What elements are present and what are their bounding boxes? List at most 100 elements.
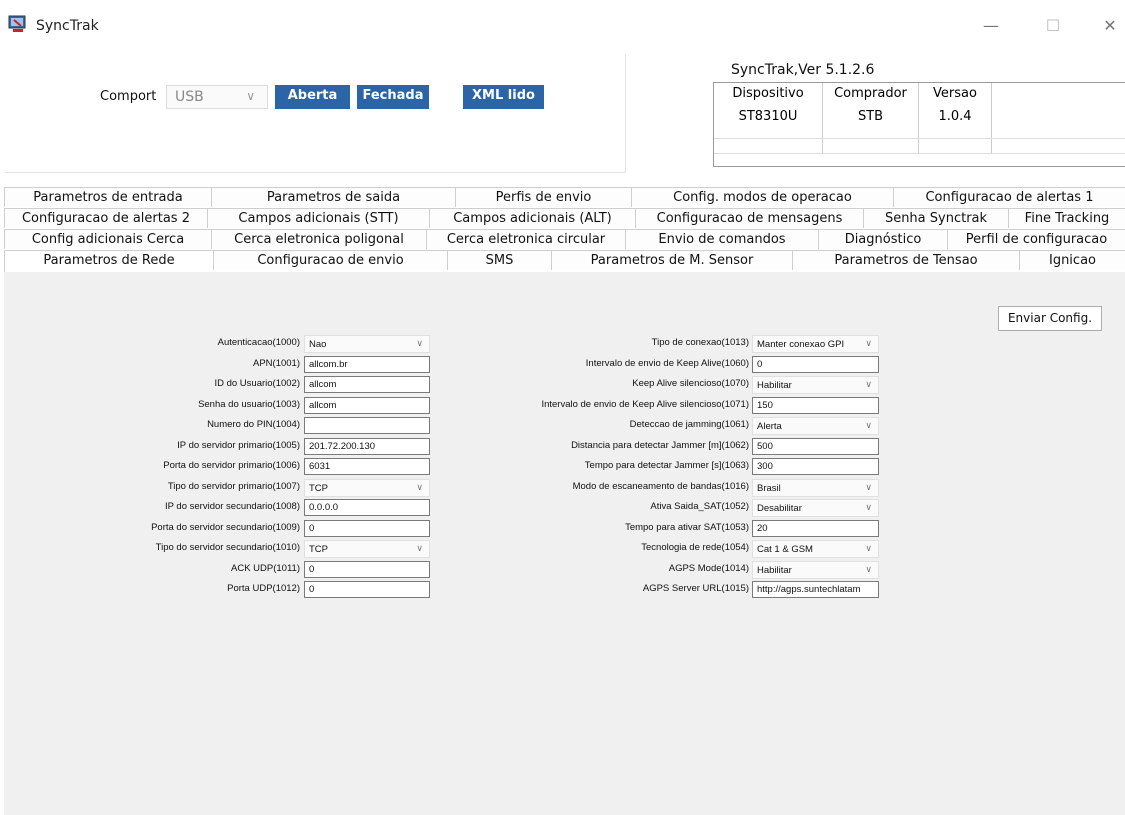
field-label: Deteccao de jamming(1061) xyxy=(629,419,749,430)
tab-campos-alt[interactable]: Campos adicionais (ALT) xyxy=(429,208,635,228)
field-label: Ativa Saida_SAT(1052) xyxy=(650,501,749,512)
tab-senha-synctrak[interactable]: Senha Synctrak xyxy=(863,208,1008,228)
tab-m-sensor[interactable]: Parametros de M. Sensor xyxy=(551,250,792,270)
fechada-button[interactable]: Fechada xyxy=(357,85,429,109)
field-select[interactable]: Alerta ∨ xyxy=(752,417,879,435)
version-header: Versao xyxy=(933,86,977,101)
field-value: Habilitar xyxy=(757,564,792,576)
tab-perfil-configuracao[interactable]: Perfil de configuracao xyxy=(947,229,1125,249)
buyer-value: STB xyxy=(857,109,884,124)
field-label: Modo de escaneamento de bandas(1016) xyxy=(572,480,749,492)
close-button[interactable]: ✕ xyxy=(1087,14,1125,38)
tab-config-cerca[interactable]: Config adicionais Cerca xyxy=(4,229,211,249)
field-value: Brasil xyxy=(757,482,781,494)
field-value: 300 xyxy=(757,461,773,472)
send-config-button[interactable]: Enviar Config. xyxy=(998,306,1102,331)
tab-row-4: Parametros de Rede Configuracao de envio… xyxy=(4,250,1125,272)
field-label: Tipo de conexao(1013) xyxy=(651,337,749,348)
field-label: AGPS Mode(1014) xyxy=(668,562,749,574)
chevron-down-icon: ∨ xyxy=(865,502,872,512)
tab-configuracao-envio[interactable]: Configuracao de envio xyxy=(213,250,447,270)
chevron-down-icon: ∨ xyxy=(865,338,872,348)
field-input[interactable]: 20 xyxy=(752,519,879,537)
tab-alertas-1[interactable]: Configuracao de alertas 1 xyxy=(893,187,1125,207)
tab-sms[interactable]: SMS xyxy=(447,250,551,270)
tab-parametros-rede[interactable]: Parametros de Rede xyxy=(4,250,213,272)
device-header: Dispositivo xyxy=(732,86,804,101)
field-value: 150 xyxy=(757,399,773,411)
chevron-down-icon: ∨ xyxy=(865,481,872,492)
version-column: Versao 1.0.4 xyxy=(919,83,992,153)
tab-alertas-2[interactable]: Configuracao de alertas 2 xyxy=(4,208,207,228)
tab-diagnostico[interactable]: Diagnóstico xyxy=(818,229,947,249)
comport-select[interactable]: USB ∨ xyxy=(166,85,268,109)
field-value: Habilitar xyxy=(757,380,792,391)
tab-row-3: Config adicionais Cerca Cerca eletronica… xyxy=(4,229,1125,250)
chevron-down-icon: ∨ xyxy=(865,563,872,574)
field-input[interactable]: 500 xyxy=(752,437,879,455)
device-column: Dispositivo ST8310U xyxy=(714,83,823,153)
field-value: Manter conexao GPI xyxy=(757,339,845,350)
field-value: 500 xyxy=(757,440,773,452)
field-input[interactable]: 0 xyxy=(752,355,879,373)
table-divider xyxy=(714,153,1125,154)
buyer-column: Comprador STB xyxy=(823,83,919,153)
version-title: SyncTrak,Ver 5.1.2.6 xyxy=(731,62,875,78)
device-value: ST8310U xyxy=(738,109,798,124)
tab-config-mensagens[interactable]: Configuracao de mensagens xyxy=(635,208,863,228)
field-label: Keep Alive silencioso(1070) xyxy=(632,378,749,389)
tab-parametros-tensao[interactable]: Parametros de Tensao xyxy=(792,250,1019,270)
field-select[interactable]: Desabilitar ∨ xyxy=(752,499,879,517)
field-select[interactable]: Habilitar ∨ xyxy=(752,560,879,579)
window-title: SyncTrak xyxy=(36,18,99,34)
field-select[interactable]: Brasil ∨ xyxy=(752,478,879,497)
synctrak-app-icon xyxy=(8,15,26,32)
field-value: Desabilitar xyxy=(757,503,802,514)
field-value: 0 xyxy=(757,358,763,370)
field-label: Tecnologia de rede(1054) xyxy=(641,542,749,553)
field-value: Cat 1 & GSM xyxy=(757,544,813,555)
field-input[interactable]: http://agps.suntechlatam xyxy=(752,581,879,598)
tab-cerca-circular[interactable]: Cerca eletronica circular xyxy=(426,229,625,249)
maximize-button[interactable]: ☐ xyxy=(1030,14,1076,38)
tab-parametros-entrada[interactable]: Parametros de entrada xyxy=(4,187,211,207)
field-input[interactable]: 150 xyxy=(752,396,879,414)
tab-perfis-envio[interactable]: Perfis de envio xyxy=(455,187,631,207)
field-label: Intervalo de envio de Keep Alive silenci… xyxy=(541,398,749,410)
chevron-down-icon: ∨ xyxy=(246,89,255,103)
chevron-down-icon: ∨ xyxy=(865,420,872,430)
aberta-button[interactable]: Aberta xyxy=(275,85,350,109)
field-select[interactable]: Manter conexao GPI ∨ xyxy=(752,335,879,353)
tab-row-2: Configuracao de alertas 2 Campos adicion… xyxy=(4,208,1125,229)
field-label: AGPS Server URL(1015) xyxy=(642,583,749,594)
field-value: Alerta xyxy=(757,421,782,432)
field-label: Intervalo de envio de Keep Alive(1060) xyxy=(585,357,749,369)
tab-row-1: Parametros de entrada Parametros de said… xyxy=(4,187,1125,208)
tab-parametros-saida[interactable]: Parametros de saida xyxy=(211,187,455,207)
minimize-button[interactable]: — xyxy=(968,14,1014,38)
comport-value: USB xyxy=(175,89,204,105)
tab-config-modos[interactable]: Config. modos de operacao xyxy=(631,187,893,207)
title-bar xyxy=(0,0,1125,52)
xml-lido-button[interactable]: XML lido xyxy=(463,85,544,109)
tab-fine-tracking[interactable]: Fine Tracking xyxy=(1008,208,1125,228)
version-value: 1.0.4 xyxy=(938,109,972,124)
field-input[interactable]: 300 xyxy=(752,458,879,475)
device-info-table: Dispositivo ST8310U Comprador STB Versao… xyxy=(713,82,1125,167)
buyer-header: Comprador xyxy=(834,86,907,101)
chevron-down-icon: ∨ xyxy=(865,543,872,553)
tab-cerca-poligonal[interactable]: Cerca eletronica poligonal xyxy=(211,229,426,249)
tab-envio-comandos[interactable]: Envio de comandos xyxy=(625,229,818,249)
tab-ignicao[interactable]: Ignicao xyxy=(1019,250,1125,270)
empty-column xyxy=(992,83,1125,153)
field-value: http://agps.suntechlatam xyxy=(757,584,861,595)
chevron-down-icon: ∨ xyxy=(865,379,872,389)
connection-panel xyxy=(5,54,626,173)
field-select[interactable]: Habilitar ∨ xyxy=(752,376,879,394)
field-select[interactable]: Cat 1 & GSM ∨ xyxy=(752,540,879,558)
comport-label: Comport xyxy=(100,89,157,104)
tab-campos-stt[interactable]: Campos adicionais (STT) xyxy=(207,208,429,228)
field-value: 20 xyxy=(757,522,768,534)
field-label: Tempo para ativar SAT(1053) xyxy=(625,521,749,533)
table-divider xyxy=(714,138,1125,139)
